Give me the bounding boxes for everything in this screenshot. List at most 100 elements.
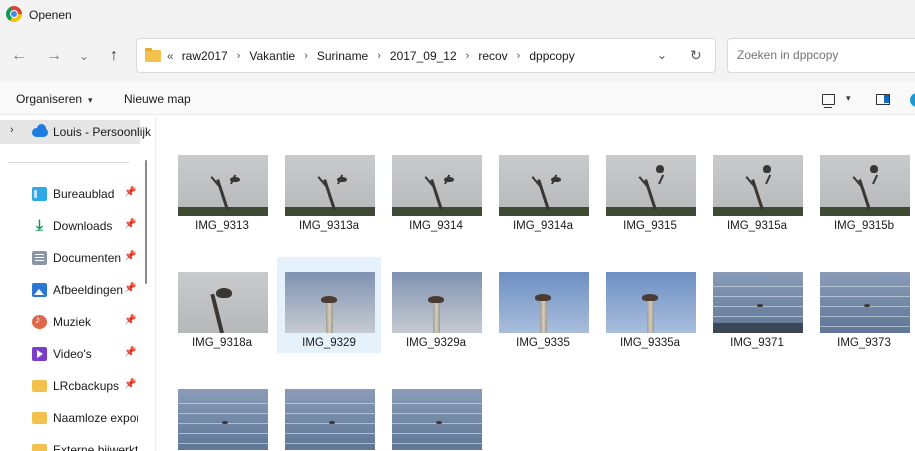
address-bar[interactable]: « raw2017 › Vakantie › Suriname › 2017_09_12 › r… <box>136 38 716 73</box>
thumbnail-detail <box>757 304 763 307</box>
sidebar-item[interactable]: Externe bijwerkt <box>0 435 140 451</box>
thumbnail-detail <box>210 293 224 333</box>
breadcrumb-separator-icon[interactable]: › <box>377 50 381 62</box>
thumbnail-image <box>392 155 482 216</box>
file-name: IMG_9315a <box>726 220 788 232</box>
new-folder-button[interactable]: Nieuwe map <box>124 92 191 106</box>
thumbnail-detail <box>392 403 482 404</box>
thumbnail-detail <box>713 207 803 216</box>
sidebar-item[interactable]: Video's 📌 <box>0 339 140 369</box>
pin-icon: 📌 <box>124 187 137 198</box>
file-item[interactable] <box>384 374 488 451</box>
thumbnail-image <box>820 272 910 333</box>
sidebar-item[interactable]: LRcbackups 📌 <box>0 371 140 401</box>
pin-icon: 📌 <box>124 315 137 326</box>
thumbnail-image <box>285 389 375 450</box>
file-item[interactable]: IMG_9329 <box>277 257 381 353</box>
view-mode-icon[interactable] <box>822 94 835 108</box>
file-name: IMG_9314a <box>512 220 574 232</box>
sidebar-item[interactable]: ⤓ Downloads 📌 <box>0 211 140 241</box>
forward-button[interactable]: → <box>40 42 68 70</box>
arrow-up-icon: ↑ <box>110 47 118 64</box>
sidebar-item[interactable]: Afbeeldingen 📌 <box>0 275 140 305</box>
thumbnail-detail <box>606 207 696 216</box>
thumbnail-image <box>178 155 268 216</box>
thumbnail-detail <box>329 421 335 424</box>
thumbnail-detail <box>222 421 228 424</box>
command-toolbar: Organiseren ▾ Nieuwe map ▾ <box>0 82 915 115</box>
thumbnail-detail <box>535 294 551 301</box>
sidebar-item[interactable]: Bureaublad 📌 <box>0 179 140 209</box>
sidebar-item[interactable]: Documenten 📌 <box>0 243 140 273</box>
thumbnail-image <box>392 389 482 450</box>
file-item[interactable] <box>277 374 381 451</box>
breadcrumb-item[interactable]: 2017_09_12 <box>390 49 457 63</box>
breadcrumb-item[interactable]: dppcopy <box>529 49 574 63</box>
file-item[interactable]: IMG_9335 <box>491 257 595 353</box>
preview-pane-icon[interactable] <box>876 94 890 105</box>
dropdown-arrow-icon: ▾ <box>88 95 93 105</box>
file-item[interactable] <box>170 374 274 451</box>
breadcrumb-separator-icon[interactable]: › <box>466 50 470 62</box>
thumbnail-detail <box>872 174 879 185</box>
file-item[interactable]: IMG_9315 <box>598 140 702 236</box>
sidebar-item-label: Externe bijwerkt <box>53 443 138 451</box>
breadcrumb-item[interactable]: recov <box>478 49 507 63</box>
help-icon[interactable] <box>910 93 915 107</box>
thumbnail-detail <box>428 296 444 303</box>
window-title: Openen <box>29 8 72 22</box>
address-history-chevron-icon[interactable]: ⌄ <box>657 48 667 62</box>
breadcrumb-separator-icon[interactable]: › <box>517 50 521 62</box>
thumbnail-image <box>606 272 696 333</box>
view-options-arrow-icon[interactable]: ▾ <box>846 93 851 104</box>
file-item[interactable]: IMG_9335a <box>598 257 702 353</box>
file-item[interactable]: IMG_9313a <box>277 140 381 236</box>
breadcrumb-separator-icon[interactable]: › <box>237 50 241 62</box>
sidebar-item[interactable]: Muziek📌 <box>0 307 140 337</box>
thumbnail-image <box>285 155 375 216</box>
file-item[interactable]: IMG_9373 <box>812 257 915 353</box>
search-box[interactable] <box>727 38 915 73</box>
sidebar-scrollbar[interactable] <box>145 160 147 284</box>
music-icon <box>32 314 47 329</box>
desktop-icon <box>32 187 47 201</box>
search-input[interactable] <box>737 48 915 62</box>
file-item[interactable]: IMG_9315b <box>812 140 915 236</box>
thumbnail-detail <box>713 316 803 317</box>
breadcrumb-item[interactable]: Vakantie <box>249 49 295 63</box>
breadcrumb-item[interactable]: Suriname <box>317 49 368 63</box>
file-item[interactable]: IMG_9318a <box>170 257 274 353</box>
file-item[interactable]: IMG_9315a <box>705 140 809 236</box>
breadcrumb-separator-icon[interactable]: › <box>304 50 308 62</box>
thumbnail-detail <box>820 207 910 216</box>
up-button[interactable]: ↑ <box>100 42 128 70</box>
thumbnail-detail <box>642 294 658 301</box>
expand-chevron-icon[interactable]: › <box>10 124 14 136</box>
file-item[interactable]: IMG_9313 <box>170 140 274 236</box>
file-grid: IMG_9313 IMG_9313a IMG_9314 IMG_9314a IMG_93… <box>157 116 915 451</box>
file-item[interactable]: IMG_9314a <box>491 140 595 236</box>
thumbnail-detail <box>392 433 482 434</box>
thumbnail-image <box>713 272 803 333</box>
recent-locations-button[interactable]: ⌄ <box>70 42 98 70</box>
thumbnail-detail <box>713 323 803 333</box>
thumbnail-detail <box>713 286 803 287</box>
thumbnail-detail <box>444 177 454 182</box>
breadcrumb-item[interactable]: raw2017 <box>182 49 228 63</box>
file-item[interactable]: IMG_9371 <box>705 257 809 353</box>
thumbnail-image <box>820 155 910 216</box>
sidebar-item-onedrive[interactable]: › Louis - Persoonlijk <box>0 120 151 144</box>
file-item[interactable]: IMG_9314 <box>384 140 488 236</box>
thumbnail-detail <box>285 413 375 414</box>
sidebar-item[interactable]: Naamloze export <box>0 403 140 433</box>
organize-button[interactable]: Organiseren ▾ <box>16 92 93 106</box>
breadcrumb-overflow[interactable]: « <box>167 49 174 63</box>
arrow-right-icon: → <box>46 47 62 64</box>
file-item[interactable]: IMG_9329a <box>384 257 488 353</box>
back-button[interactable]: ← <box>5 42 33 70</box>
thumbnail-detail <box>713 296 803 297</box>
thumbnail-detail <box>765 174 772 185</box>
thumbnail-detail <box>337 177 347 182</box>
sidebar-divider <box>8 162 129 163</box>
refresh-icon[interactable]: ↻ <box>690 47 702 64</box>
